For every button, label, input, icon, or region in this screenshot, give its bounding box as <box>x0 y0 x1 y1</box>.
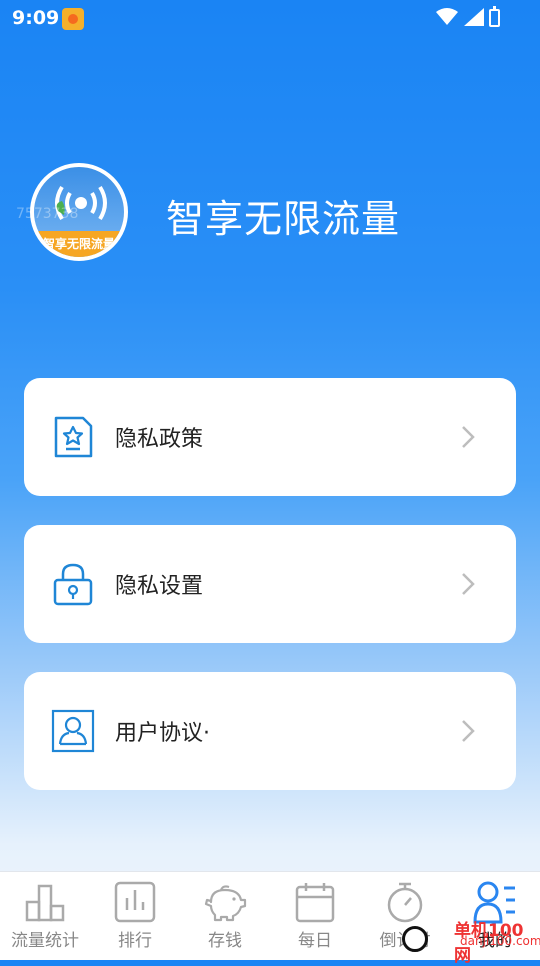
tab-label: 排行 <box>118 931 152 951</box>
menu-item-user-agreement[interactable]: 用户协议· <box>24 672 516 790</box>
avatar-ribbon: 智享无限流量 <box>34 231 124 257</box>
menu-item-privacy-settings[interactable]: 隐私设置 <box>24 525 516 643</box>
menu-item-label: 隐私设置 <box>115 574 204 599</box>
chevron-right-icon <box>462 573 475 595</box>
app-title: 智享无限流量 <box>166 197 401 241</box>
user-card-icon <box>51 709 95 753</box>
tab-label: 每日 <box>298 931 332 951</box>
status-bar: 9:09 <box>0 0 540 36</box>
tab-traffic-stats[interactable]: 流量统计 <box>0 872 90 960</box>
wifi-icon <box>436 8 458 25</box>
bar-chart-icon <box>25 884 65 922</box>
site-watermark: 单机100网 danji100.com <box>402 912 540 966</box>
battery-icon <box>489 6 500 27</box>
calendar-icon <box>295 883 335 923</box>
watermark-text: 7573738 <box>16 206 79 222</box>
weather-notification-icon <box>62 8 84 30</box>
status-time: 9:09 <box>12 7 60 29</box>
tab-ranking[interactable]: 排行 <box>90 872 180 960</box>
menu-item-label: 用户协议· <box>115 721 210 746</box>
menu-item-label: 隐私政策 <box>115 427 204 452</box>
watermark-url: danji100.com <box>460 934 540 948</box>
menu-item-privacy-policy[interactable]: 隐私政策 <box>24 378 516 496</box>
status-indicators <box>436 8 484 26</box>
tab-savings[interactable]: 存钱 <box>180 872 270 960</box>
bottom-tab-bar: 流量统计 排行 存钱 每日 倒 <box>0 871 540 966</box>
cellular-signal-icon <box>464 8 484 26</box>
tab-label: 存钱 <box>208 931 242 951</box>
chevron-right-icon <box>462 720 475 742</box>
tab-daily[interactable]: 每日 <box>270 872 360 960</box>
tab-label: 流量统计 <box>11 931 79 951</box>
lock-icon <box>51 562 95 606</box>
document-star-icon <box>51 415 95 459</box>
ranking-icon <box>114 881 156 923</box>
watermark-logo-icon <box>402 926 428 952</box>
piggy-bank-icon <box>204 885 247 922</box>
chevron-right-icon <box>462 426 475 448</box>
